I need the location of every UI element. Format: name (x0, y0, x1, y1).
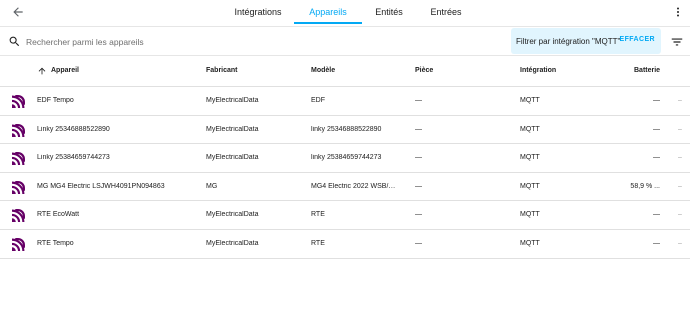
device-integration: MQTT (520, 154, 540, 162)
arrow-up-icon[interactable] (37, 66, 47, 76)
device-extra: – (678, 97, 682, 104)
clear-filter-button[interactable]: EFFACER (620, 36, 655, 43)
table-row[interactable]: Linky 25346888522890 MyElectricalData li… (0, 116, 690, 145)
dots-vertical-icon (677, 7, 679, 17)
device-manufacturer: MyElectricalData (206, 239, 259, 247)
search-bar: Filtrer par intégration "MQTT" EFFACER (0, 26, 690, 56)
tab-helpers[interactable]: Entrées (416, 0, 476, 24)
mqtt-icon (12, 123, 25, 137)
column-header-integration[interactable]: Intégration (520, 67, 556, 74)
device-battery: — (653, 154, 660, 162)
arrow-left-icon (13, 7, 23, 17)
device-model: RTE (311, 239, 325, 247)
device-integration: MQTT (520, 97, 540, 104)
back-button[interactable] (8, 2, 28, 22)
mqtt-icon (12, 180, 25, 194)
device-model: linky 25384659744273 (311, 154, 382, 162)
device-model: EDF (311, 97, 325, 104)
tab-bar: Intégrations Appareils Entités Entrées (222, 0, 476, 24)
filter-list-icon[interactable] (670, 35, 684, 49)
device-area: — (415, 182, 422, 190)
device-integration: MQTT (520, 239, 540, 247)
table-row[interactable]: EDF Tempo MyElectricalData EDF — MQTT — … (0, 87, 690, 116)
table-row[interactable]: RTE EcoWatt MyElectricalData RTE — MQTT … (0, 201, 690, 230)
device-integration: MQTT (520, 125, 540, 133)
device-area: — (415, 125, 422, 133)
device-manufacturer: MyElectricalData (206, 125, 259, 133)
device-extra: – (678, 154, 682, 162)
device-model: RTE (311, 211, 325, 219)
device-name: EDF Tempo (37, 97, 74, 104)
device-manufacturer: MG (206, 182, 218, 190)
table-header: Appareil Fabricant Modèle Pièce Intégrat… (0, 57, 690, 87)
device-manufacturer: MyElectricalData (206, 97, 259, 104)
device-area: — (415, 154, 422, 162)
device-name: RTE EcoWatt (37, 211, 80, 219)
table-row[interactable]: MG MG4 Electric LSJWH4091PN094863 MG MG4… (0, 173, 690, 202)
device-integration: MQTT (520, 211, 540, 219)
device-extra: – (678, 211, 682, 219)
table-row[interactable]: RTE Tempo MyElectricalData RTE — MQTT — … (0, 230, 690, 259)
top-app-bar: Intégrations Appareils Entités Entrées (0, 0, 690, 24)
device-area: — (415, 97, 422, 104)
active-filter-chip: Filtrer par intégration "MQTT" EFFACER (511, 28, 661, 54)
device-extra: – (678, 182, 682, 190)
device-battery: — (653, 97, 660, 104)
device-name: MG MG4 Electric LSJWH4091PN094863 (37, 182, 165, 190)
device-manufacturer: MyElectricalData (206, 211, 259, 219)
device-battery: 58,9 % ... (630, 182, 660, 190)
device-name: Linky 25384659744273 (37, 154, 110, 162)
device-battery: — (653, 211, 660, 219)
device-battery: — (653, 125, 660, 133)
column-header-area[interactable]: Pièce (415, 67, 433, 74)
device-name: Linky 25346888522890 (37, 125, 110, 133)
mqtt-icon (12, 152, 25, 166)
device-name: RTE Tempo (37, 239, 74, 247)
column-header-manufacturer[interactable]: Fabricant (206, 67, 238, 74)
mqtt-icon (12, 95, 25, 108)
device-extra: – (678, 239, 682, 247)
search-input[interactable] (26, 33, 496, 51)
search-icon (9, 36, 20, 47)
device-area: — (415, 239, 422, 247)
device-area: — (415, 211, 422, 219)
filter-label: Filtrer par intégration "MQTT" (516, 36, 621, 46)
tab-devices[interactable]: Appareils (294, 0, 362, 24)
devices-table: Appareil Fabricant Modèle Pièce Intégrat… (0, 57, 690, 259)
more-options-button[interactable] (670, 2, 686, 22)
column-header-model[interactable]: Modèle (311, 67, 335, 74)
mqtt-icon (12, 237, 25, 251)
mqtt-icon (12, 209, 25, 223)
device-model: MG4 Electric 2022 WSB/P... (311, 182, 397, 190)
tab-integrations[interactable]: Intégrations (222, 0, 294, 24)
tab-entities[interactable]: Entités (362, 0, 416, 24)
device-integration: MQTT (520, 182, 540, 190)
device-extra: – (678, 125, 682, 133)
column-header-battery[interactable]: Batterie (634, 67, 660, 74)
device-battery: — (653, 239, 660, 247)
device-model: linky 25346888522890 (311, 125, 382, 133)
table-row[interactable]: Linky 25384659744273 MyElectricalData li… (0, 144, 690, 173)
device-manufacturer: MyElectricalData (206, 154, 259, 162)
column-header-device[interactable]: Appareil (51, 67, 79, 74)
